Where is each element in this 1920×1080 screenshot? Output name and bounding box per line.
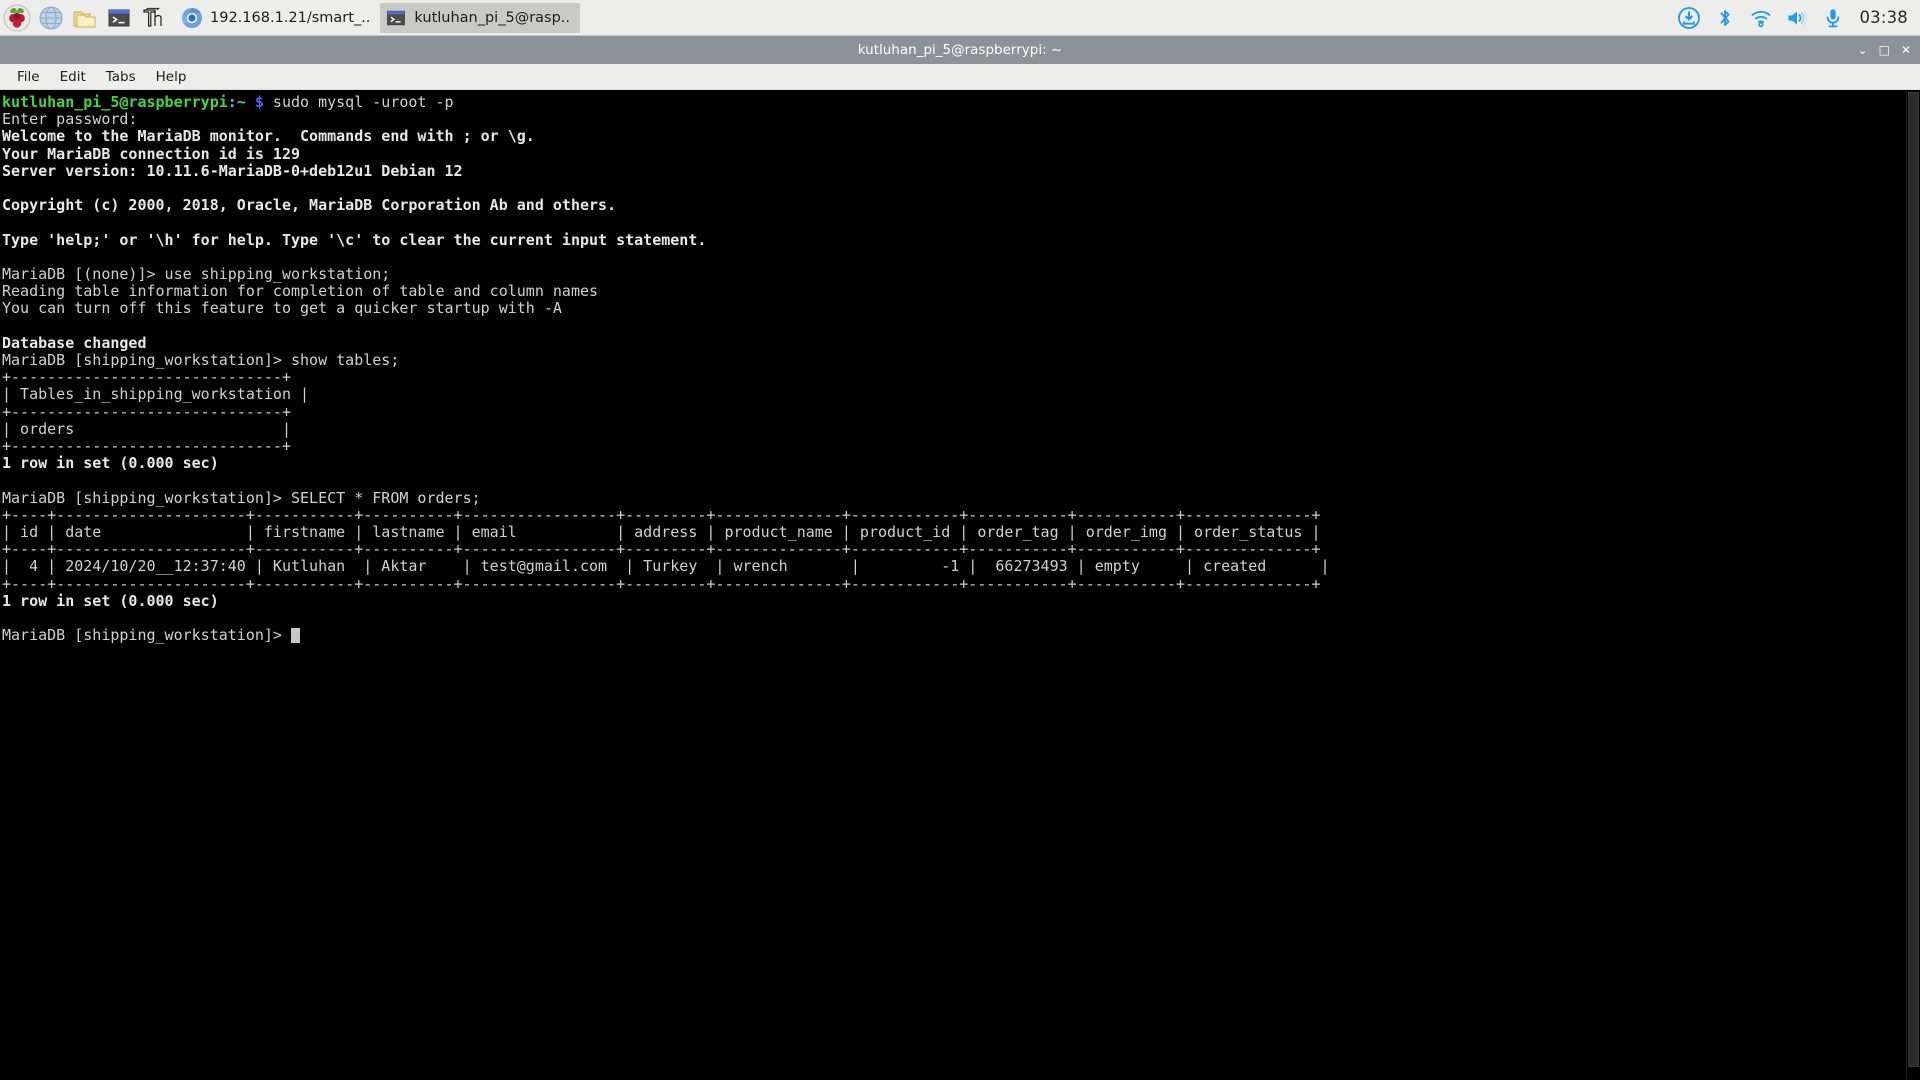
software-update-icon[interactable] — [1671, 0, 1707, 36]
taskbar-launchers: 192.168.1.21/smart_.. kutluhan_pi_5@rasp… — [0, 0, 581, 36]
terminal-icon — [385, 7, 407, 29]
volume-icon[interactable] — [1779, 0, 1815, 36]
bluetooth-icon[interactable] — [1707, 0, 1743, 36]
menu-help[interactable]: Help — [147, 66, 196, 88]
chromium-window-label: 192.168.1.21/smart_.. — [210, 9, 371, 26]
maximize-button[interactable]: □ — [1879, 44, 1890, 56]
system-tray: 03:38 — [1671, 0, 1920, 36]
terminal-window: kutluhan_pi_5@raspberrypi: ~ ⌄ □ ✕ File … — [0, 36, 1920, 1080]
terminal-window-button[interactable]: kutluhan_pi_5@rasp.. — [380, 2, 581, 33]
taskbar: 192.168.1.21/smart_.. kutluhan_pi_5@rasp… — [0, 0, 1920, 36]
raspberry-menu-icon[interactable] — [0, 1, 34, 35]
chromium-icon — [181, 7, 203, 29]
thonny-icon[interactable] — [136, 1, 170, 35]
terminal-icon[interactable] — [102, 1, 136, 35]
microphone-icon[interactable] — [1815, 0, 1851, 36]
window-controls: ⌄ □ ✕ — [1858, 44, 1920, 56]
chromium-window-button[interactable]: 192.168.1.21/smart_.. — [176, 3, 380, 33]
terminal-output[interactable]: kutluhan_pi_5@raspberrypi:~ $ sudo mysql… — [0, 90, 1906, 1080]
wifi-icon[interactable] — [1743, 0, 1779, 36]
menu-tabs[interactable]: Tabs — [97, 66, 145, 88]
window-titlebar[interactable]: kutluhan_pi_5@raspberrypi: ~ ⌄ □ ✕ — [0, 36, 1920, 64]
window-title: kutluhan_pi_5@raspberrypi: ~ — [857, 42, 1063, 58]
terminal-text: kutluhan_pi_5@raspberrypi:~ $ sudo mysql… — [2, 93, 1330, 645]
terminal-area: kutluhan_pi_5@raspberrypi:~ $ sudo mysql… — [0, 90, 1920, 1080]
terminal-scrollbar[interactable] — [1906, 90, 1920, 1080]
file-manager-icon[interactable] — [68, 1, 102, 35]
web-browser-icon[interactable] — [34, 1, 68, 35]
menu-file[interactable]: File — [8, 66, 49, 88]
clock[interactable]: 03:38 — [1859, 8, 1908, 27]
close-button[interactable]: ✕ — [1901, 44, 1911, 56]
menu-edit[interactable]: Edit — [51, 66, 95, 88]
terminal-window-label: kutluhan_pi_5@rasp.. — [414, 9, 571, 26]
minimize-button[interactable]: ⌄ — [1858, 44, 1868, 56]
scrollbar-thumb[interactable] — [1908, 92, 1919, 1067]
menubar: File Edit Tabs Help — [0, 64, 1920, 90]
